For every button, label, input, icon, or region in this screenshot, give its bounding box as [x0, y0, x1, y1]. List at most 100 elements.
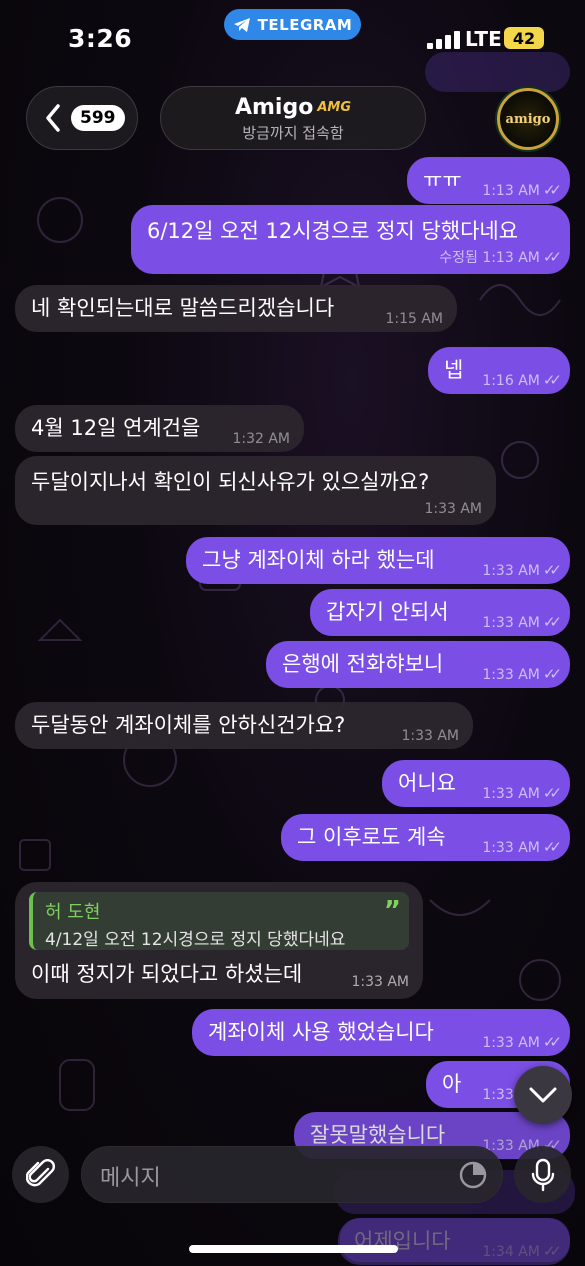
message-meta: 1:33 AM✓✓	[482, 557, 562, 584]
message-text: 계좌이체 사용 했었습니다	[208, 1020, 434, 1044]
message-text: 어니요	[398, 771, 456, 795]
message-meta: 1:32 AM	[232, 426, 290, 452]
telegram-plane-icon	[233, 17, 250, 32]
message-meta: 1:33 AM✓✓	[482, 834, 562, 861]
telegram-pill-label: TELEGRAM	[257, 15, 353, 34]
edited-label: 수정됨	[439, 250, 478, 266]
message-bubble-outgoing[interactable]: 어니요 1:33 AM ✓✓	[382, 760, 570, 807]
avatar-logo-text: amigo	[505, 111, 551, 127]
chevron-left-icon	[46, 104, 60, 132]
message-time: 1:33 AM	[482, 840, 540, 856]
message-time: 1:33 AM	[424, 501, 482, 517]
message-bubble-outgoing[interactable]: 계좌이체 사용 했었습니다 1:33 AM ✓✓	[192, 1009, 570, 1056]
chat-title[interactable]: Amigo AMG 방금까지 접속함	[160, 86, 426, 150]
message-text: 이때 정지가 되었다고 하셨는데	[31, 962, 303, 986]
attach-button[interactable]	[12, 1146, 69, 1203]
message-time: 1:15 AM	[385, 311, 443, 327]
message-bubble-outgoing[interactable]: ㅠㅠ 1:13 AM ✓✓	[407, 157, 570, 204]
message-meta: 1:33 AM✓✓	[482, 1029, 562, 1056]
message-text: 네 확인되는대로 말씀드리겠습니다	[31, 296, 335, 320]
message-time: 1:34 AM	[482, 1244, 540, 1260]
status-time: 3:26	[68, 24, 133, 53]
message-text: 4월 12일 연계건을	[31, 416, 201, 440]
message-time: 1:33 AM	[482, 615, 540, 631]
message-bubble-outgoing[interactable]: 6/12일 오전 12시경으로 정지 당했다네요 수정됨 1:13 AM ✓✓	[131, 205, 570, 274]
double-check-icon: ✓✓	[542, 248, 562, 266]
unread-count-badge: 599	[71, 105, 125, 131]
chevron-down-icon	[529, 1087, 557, 1103]
microphone-icon	[531, 1158, 554, 1191]
message-bubble-incoming[interactable]: 4월 12일 연계건을 1:32 AM	[15, 405, 304, 452]
message-text: 아	[442, 1072, 462, 1096]
battery-level: 42	[512, 28, 536, 48]
battery-icon: 42	[504, 27, 544, 49]
double-check-icon: ✓✓	[542, 665, 562, 683]
double-check-icon: ✓✓	[542, 838, 562, 856]
scroll-to-bottom-button[interactable]	[514, 1066, 572, 1124]
message-meta: 수정됨 1:13 AM ✓✓	[439, 244, 562, 271]
double-check-icon: ✓✓	[542, 561, 562, 579]
message-meta: 1:33 AM✓✓	[482, 661, 562, 688]
message-meta: 1:33 AM✓✓	[482, 609, 562, 636]
message-text: 두달이지나서 확인이 되신사유가 있으실까요?	[31, 470, 430, 494]
message-input[interactable]: 메시지	[81, 1146, 503, 1203]
network-label: LTE	[465, 27, 502, 51]
message-meta: 1:33 AM	[401, 723, 459, 749]
message-text: 그 이후로도 계속	[297, 825, 446, 849]
quote-icon: ”	[383, 896, 401, 926]
double-check-icon: ✓✓	[542, 784, 562, 802]
message-bubble-outgoing[interactable]: 어제입니다 1:34 AM ✓✓	[338, 1218, 570, 1265]
message-time: 1:13 AM	[482, 183, 540, 199]
message-time: 1:32 AM	[232, 431, 290, 447]
double-check-icon: ✓✓	[542, 181, 562, 199]
message-text: 그냥 계좌이체 하라 했는데	[202, 548, 435, 572]
message-bubble-incoming[interactable]: 두달동안 계좌이체를 안하신건가요? 1:33 AM	[15, 702, 473, 749]
message-input-placeholder: 메시지	[100, 1166, 161, 1191]
sticker-icon[interactable]	[458, 1160, 488, 1190]
message-time: 1:16 AM	[482, 373, 540, 389]
double-check-icon: ✓✓	[542, 371, 562, 389]
message-text: 넵	[444, 358, 464, 382]
message-meta: 1:33 AM	[351, 969, 409, 995]
message-bubble-outgoing[interactable]: 넵 1:16 AM ✓✓	[428, 347, 570, 394]
message-time: 1:33 AM	[401, 728, 459, 744]
back-button[interactable]: 599	[26, 86, 138, 150]
contact-badge: AMG	[317, 100, 352, 115]
message-time: 1:13 AM	[482, 250, 540, 266]
message-time: 1:33 AM	[482, 667, 540, 683]
reply-sender-name: 허 도현	[45, 902, 101, 923]
message-time: 1:33 AM	[482, 786, 540, 802]
message-text: 6/12일 오전 12시경으로 정지 당했다네요	[147, 219, 519, 243]
message-text: 두달동안 계좌이체를 안하신건가요?	[31, 713, 346, 737]
message-bubble-incoming[interactable]: 네 확인되는대로 말씀드리겠습니다 1:15 AM	[15, 285, 457, 332]
reply-quote[interactable]: 허 도현 4/12일 오전 12시경으로 정지 당했다네요 ”	[29, 892, 409, 950]
voice-record-button[interactable]	[514, 1146, 571, 1203]
message-meta: 1:13 AM ✓✓	[482, 177, 562, 204]
message-bubble-incoming[interactable]: 두달이지나서 확인이 되신사유가 있으실까요? 1:33 AM	[15, 456, 496, 525]
message-bubble-outgoing[interactable]: 은행에 전화햐보니 1:33 AM ✓✓	[266, 641, 570, 688]
message-bubble-outgoing[interactable]: 갑자기 안되서 1:33 AM ✓✓	[310, 589, 570, 636]
telegram-pill[interactable]: TELEGRAM	[224, 9, 361, 40]
contact-name: Amigo	[234, 95, 314, 120]
double-check-icon: ✓✓	[542, 613, 562, 631]
signal-icon	[427, 31, 460, 49]
message-bubble-outgoing[interactable]: 그 이후로도 계속 1:33 AM ✓✓	[281, 814, 570, 861]
avatar[interactable]: amigo	[497, 88, 559, 150]
message-bubble-outgoing[interactable]: 그냥 계좌이체 하라 했는데 1:33 AM ✓✓	[186, 537, 570, 584]
message-meta: 1:16 AM ✓✓	[482, 367, 562, 394]
status-bar: 3:26 TELEGRAM LTE 42	[0, 0, 585, 78]
message-text: 갑자기 안되서	[326, 600, 449, 624]
message-meta: 1:33 AM✓✓	[482, 780, 562, 807]
message-meta: 1:33 AM	[424, 496, 482, 522]
message-meta: 1:15 AM	[385, 306, 443, 332]
last-seen-status: 방금까지 접속함	[242, 124, 344, 142]
home-indicator[interactable]	[189, 1245, 398, 1253]
message-time: 1:33 AM	[482, 563, 540, 579]
message-time: 1:33 AM	[351, 974, 409, 990]
message-text: ㅠㅠ	[423, 168, 462, 192]
message-text: 어제입니다	[354, 1229, 451, 1253]
message-text: 은행에 전화햐보니	[282, 652, 444, 676]
message-time: 1:33 AM	[482, 1035, 540, 1051]
message-bubble-incoming-reply[interactable]: 허 도현 4/12일 오전 12시경으로 정지 당했다네요 ” 이때 정지가 되…	[15, 882, 423, 999]
message-meta: 1:34 AM ✓✓	[482, 1238, 562, 1265]
